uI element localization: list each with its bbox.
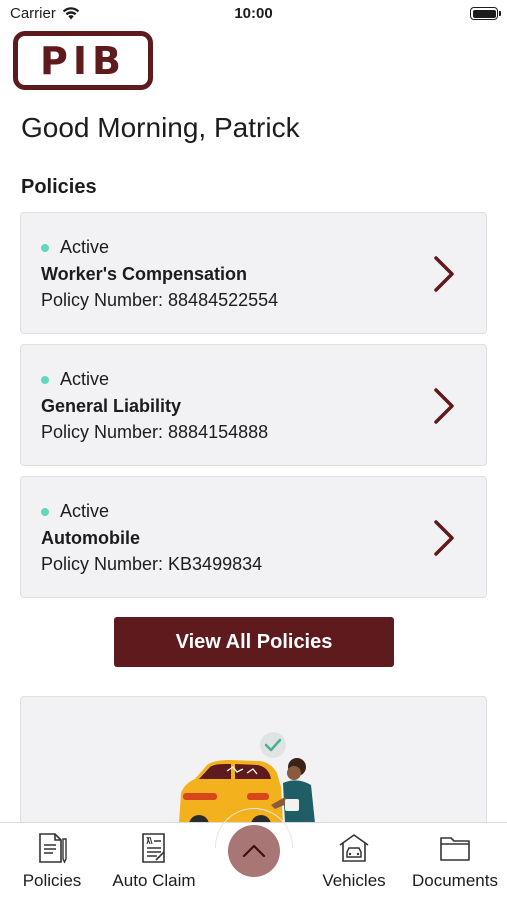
policy-status-label: Active (60, 369, 110, 389)
policy-card-general-liability[interactable]: Active General Liability Policy Number: … (20, 344, 487, 466)
policy-number: Policy Number: 88484522554 (41, 290, 279, 310)
pib-logo: PIB (13, 31, 153, 90)
status-bar: Carrier 10:00 (0, 0, 507, 28)
tab-vehicles[interactable]: Vehicles (314, 823, 394, 900)
policy-status-label: Active (60, 501, 110, 521)
policy-name: General Liability (41, 396, 182, 416)
policy-status: Active (41, 369, 109, 390)
logo-text: PIB (40, 38, 126, 83)
policy-name: Worker's Compensation (41, 264, 247, 284)
view-all-policies-button[interactable]: View All Policies (114, 617, 394, 667)
battery-icon (470, 7, 501, 20)
policy-status: Active (41, 501, 109, 522)
policy-status: Active (41, 237, 109, 258)
vehicles-icon (339, 834, 369, 862)
chevron-right-icon[interactable] (430, 385, 458, 427)
policy-card-automobile[interactable]: Active Automobile Policy Number: KB34998… (20, 476, 487, 598)
policy-number: Policy Number: 8884154888 (41, 422, 269, 442)
policy-card-workers-compensation[interactable]: Active Worker's Compensation Policy Numb… (20, 212, 487, 334)
policies-doc-icon (39, 833, 67, 864)
chevron-right-icon[interactable] (430, 517, 458, 559)
greeting-heading: Good Morning, Patrick (21, 112, 300, 143)
active-status-dot-icon (41, 243, 49, 252)
active-status-dot-icon (41, 507, 49, 516)
policies-section-title: Policies (21, 176, 97, 198)
tab-label: Policies (22, 871, 82, 890)
tab-policies[interactable]: Policies (18, 823, 86, 900)
tab-documents[interactable]: Documents (406, 823, 504, 900)
policy-status-label: Active (60, 237, 110, 257)
tab-label: Documents (412, 871, 498, 890)
status-time: 10:00 (234, 5, 273, 22)
tab-auto-claim[interactable]: Auto Claim (104, 823, 204, 900)
folder-icon (440, 837, 470, 861)
auto-claim-icon (142, 833, 165, 863)
chevron-up-icon (242, 844, 266, 858)
tab-label: Vehicles (322, 871, 386, 890)
expand-menu-button[interactable] (228, 825, 280, 877)
policy-number: Policy Number: KB3499834 (41, 554, 263, 574)
chevron-right-icon[interactable] (430, 253, 458, 295)
policy-name: Automobile (41, 528, 140, 548)
tab-label: Auto Claim (112, 871, 196, 890)
active-status-dot-icon (41, 375, 49, 384)
